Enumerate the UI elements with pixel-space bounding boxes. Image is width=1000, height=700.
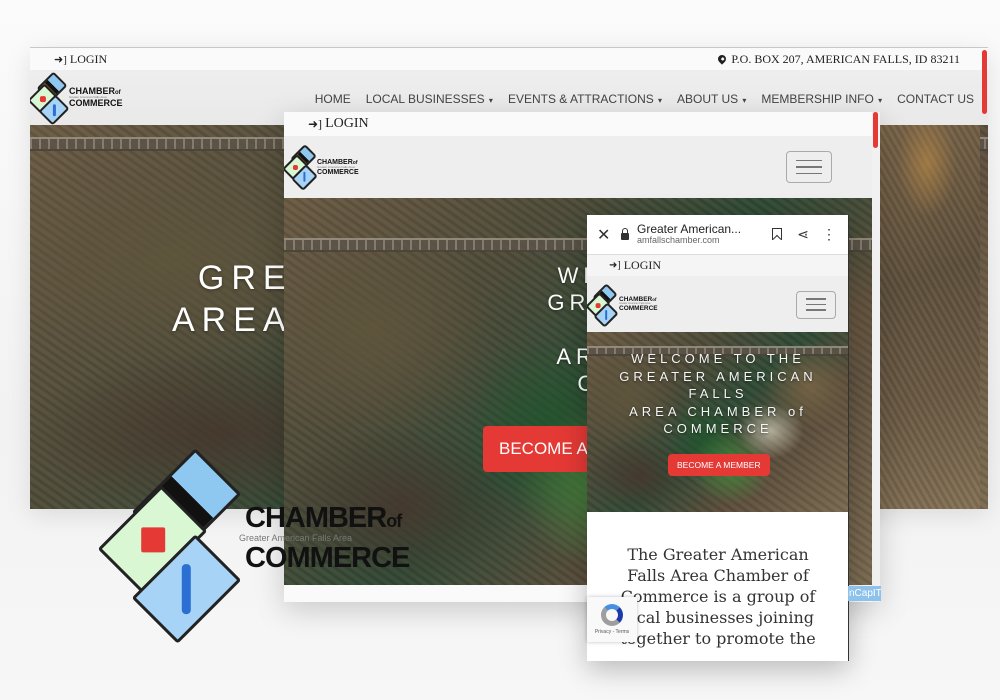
close-icon[interactable]: ✕ bbox=[597, 225, 613, 245]
nav-local-businesses-label: LOCAL BUSINESSES bbox=[365, 91, 485, 106]
map-marker-icon bbox=[716, 53, 728, 65]
tablet-scrollbar[interactable] bbox=[872, 112, 880, 602]
logo-line1-suffix: of bbox=[386, 511, 402, 531]
desktop-hero-title: GRE AREA bbox=[172, 257, 293, 341]
tablet-top-bar: ➜] LOGIN bbox=[284, 112, 880, 136]
hero-image-right-strip bbox=[874, 125, 980, 509]
logo-diamonds-icon bbox=[284, 144, 320, 191]
nav-contact-us[interactable]: CONTACT US bbox=[897, 92, 974, 106]
site-logo[interactable]: CHAMBERof Greater American Falls Area CO… bbox=[30, 70, 123, 126]
mobile-navbar: CHAMBERof Greater American Falls Area CO… bbox=[587, 277, 848, 332]
sign-in-icon: ➜] bbox=[609, 260, 621, 271]
tablet-navbar: CHAMBERof Greater American Falls Area CO… bbox=[284, 136, 872, 198]
hero-line: WELCOME TO THE bbox=[631, 351, 805, 366]
logo-line2: COMMERCE bbox=[317, 168, 359, 176]
hero-line: AREA bbox=[172, 301, 293, 339]
sign-in-icon: ➜] bbox=[54, 53, 67, 66]
logo-line1-suffix: of bbox=[652, 296, 657, 302]
logo-diamonds-icon bbox=[587, 282, 621, 328]
become-member-button[interactable]: BECOME A bbox=[483, 426, 604, 472]
more-vert-icon[interactable]: ⋮ bbox=[820, 226, 838, 243]
logo-line2: COMMERCE bbox=[69, 98, 123, 108]
address-text: P.O. BOX 207, AMERICAN FALLS, ID 83211 bbox=[731, 51, 960, 66]
recaptcha-privacy-terms[interactable]: Privacy - Terms bbox=[595, 629, 629, 635]
bookmark-button[interactable] bbox=[768, 227, 786, 243]
nav-home[interactable]: HOME bbox=[315, 92, 351, 106]
mobile-browser-window: ✕ Greater American... amfallschamber.com… bbox=[587, 215, 849, 661]
nav-contact-label: CONTACT US bbox=[897, 91, 974, 106]
lock-icon bbox=[621, 227, 629, 240]
logo-line1-suffix: of bbox=[115, 90, 121, 96]
tablet-login-link[interactable]: ➜] LOGIN bbox=[308, 116, 369, 132]
hero-line: FALLS bbox=[688, 386, 748, 401]
hero-line: GREATER AMERICAN bbox=[619, 368, 817, 384]
logo-line2: COMMERCE bbox=[619, 304, 658, 312]
top-info-bar: ➜] LOGIN P.O. BOX 207, AMERICAN FALLS, I… bbox=[30, 48, 988, 70]
caret-down-icon: ▾ bbox=[655, 95, 662, 105]
login-label: LOGIN bbox=[623, 258, 662, 272]
nav-about-label: ABOUT US bbox=[677, 91, 739, 106]
mobile-login-link[interactable]: ➜] LOGIN bbox=[609, 258, 661, 273]
url-box[interactable]: Greater American... amfallschamber.com bbox=[637, 222, 760, 246]
caret-down-icon: ▾ bbox=[875, 95, 883, 105]
login-label: LOGIN bbox=[325, 116, 369, 131]
nav-local-businesses[interactable]: LOCAL BUSINESSES ▾ bbox=[366, 92, 493, 106]
nav-membership-label: MEMBERSHIP INFO bbox=[761, 91, 874, 106]
logo-diamonds-icon bbox=[30, 70, 72, 126]
login-label: LOGIN bbox=[69, 51, 108, 66]
caret-down-icon: ▾ bbox=[486, 95, 493, 105]
sign-in-icon: ➜] bbox=[308, 116, 323, 131]
nav-about-us[interactable]: ABOUT US ▾ bbox=[677, 92, 746, 106]
nav-events-label: EVENTS & ATTRACTIONS bbox=[507, 91, 654, 106]
nav-membership-info[interactable]: MEMBERSHIP INFO ▾ bbox=[761, 92, 882, 106]
logo-line2: COMMERCE bbox=[245, 542, 410, 574]
intro-paragraph: The Greater American Falls Area Chamber … bbox=[620, 545, 816, 648]
mobile-site-logo[interactable]: CHAMBERof Greater American Falls Area CO… bbox=[587, 282, 658, 328]
mobile-browser-toolbar: ✕ Greater American... amfallschamber.com… bbox=[587, 215, 848, 255]
bookmark-icon bbox=[772, 227, 782, 240]
menu-toggle-button[interactable] bbox=[786, 151, 832, 183]
logo-diamonds-icon bbox=[97, 448, 247, 644]
login-link[interactable]: ➜] LOGIN bbox=[54, 52, 107, 67]
mobile-hero-image: WELCOME TO THE GREATER AMERICAN FALLS AR… bbox=[587, 332, 848, 512]
nav-events-attractions[interactable]: EVENTS & ATTRACTIONS ▾ bbox=[508, 92, 662, 106]
tablet-site-logo[interactable]: CHAMBERof Greater American Falls Area CO… bbox=[284, 144, 359, 191]
primary-nav: HOME LOCAL BUSINESSES ▾ EVENTS & ATTRACT… bbox=[315, 92, 974, 106]
mobile-become-member-button[interactable]: BECOME A MEMBER bbox=[668, 454, 770, 476]
hero-line: COMMERCE bbox=[663, 421, 773, 436]
share-icon[interactable]: ⋖ bbox=[794, 226, 812, 243]
recaptcha-icon bbox=[601, 604, 623, 626]
mobile-menu-toggle-button[interactable] bbox=[796, 290, 836, 319]
logo-line1: CHAMBER bbox=[245, 502, 387, 534]
page-url: amfallschamber.com bbox=[637, 235, 720, 246]
address: P.O. BOX 207, AMERICAN FALLS, ID 83211 bbox=[716, 51, 960, 67]
hero-line: AREA CHAMBER of bbox=[629, 403, 807, 419]
tablet-scrollbar-thumb[interactable] bbox=[873, 112, 878, 148]
recaptcha-badge[interactable]: Privacy - Terms bbox=[587, 597, 637, 642]
hero-line: GRE bbox=[197, 259, 293, 297]
mobile-top-bar: ➜] LOGIN bbox=[587, 255, 848, 277]
nav-home-label: HOME bbox=[314, 91, 351, 106]
caret-down-icon: ▾ bbox=[740, 95, 747, 105]
mobile-hero-title: WELCOME TO THE GREATER AMERICAN FALLS AR… bbox=[587, 350, 848, 438]
capit-badge[interactable]: nCapIT bbox=[848, 586, 881, 601]
desktop-scrollbar-thumb[interactable] bbox=[982, 50, 987, 114]
